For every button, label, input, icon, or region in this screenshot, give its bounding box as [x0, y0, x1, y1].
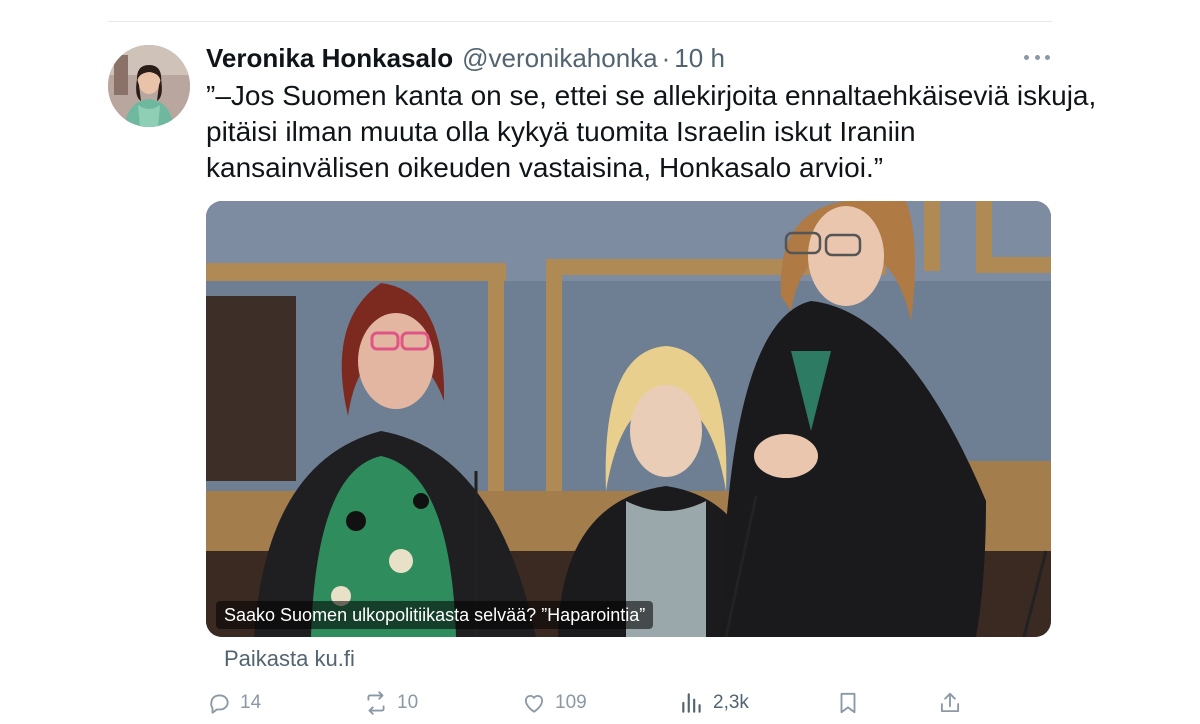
avatar[interactable] — [108, 45, 190, 127]
tweet-text-line: pitäisi ilman muuta olla kykyä tuomita I… — [206, 116, 916, 147]
header-separator: · — [661, 42, 671, 73]
tweet-header: Veronika Honkasalo @veronikahonka · 10 h — [206, 40, 725, 76]
link-card[interactable]: Saako Suomen ulkopolitiikasta selvää? ”H… — [206, 201, 1051, 637]
repost-icon — [367, 691, 385, 715]
card-photo — [206, 201, 1051, 637]
author-display-name[interactable]: Veronika Honkasalo — [206, 43, 453, 74]
share-button[interactable] — [937, 683, 963, 723]
reply-button[interactable]: 14 — [206, 683, 261, 723]
repost-button[interactable]: 10 — [363, 683, 418, 723]
card-source[interactable]: Paikasta ku.fi — [224, 646, 355, 672]
bookmark-icon — [840, 692, 856, 714]
share-icon — [940, 692, 960, 713]
tweet-text: ”–Jos Suomen kanta on se, ettei se allek… — [206, 78, 1097, 186]
views-chart-icon — [682, 693, 701, 713]
card-caption: Saako Suomen ulkopolitiikasta selvää? ”H… — [216, 601, 654, 629]
more-dot — [1045, 54, 1050, 60]
like-count: 109 — [555, 692, 587, 713]
views-count: 2,3k — [713, 692, 749, 713]
reply-count: 14 — [240, 692, 262, 713]
action-bar: 14 10 109 2,3k — [0, 683, 1200, 723]
tweet-text-line: ”–Jos Suomen kanta on se, ettei se allek… — [206, 80, 1097, 111]
like-button[interactable]: 109 — [521, 683, 587, 723]
reply-icon — [210, 694, 229, 714]
repost-count: 10 — [397, 692, 419, 713]
tweet-text-line: kansainvälisen oikeuden vastaisina, Honk… — [206, 152, 884, 183]
more-dot — [1034, 54, 1040, 60]
bookmark-button[interactable] — [835, 683, 861, 723]
more-horizontal-icon[interactable] — [1024, 50, 1050, 64]
heart-icon — [524, 695, 544, 713]
avatar-image — [108, 45, 190, 127]
tweet-timestamp[interactable]: 10 h — [674, 43, 725, 74]
top-divider — [108, 21, 1052, 22]
views-button[interactable]: 2,3k — [679, 683, 749, 723]
more-dot — [1024, 54, 1029, 60]
author-handle[interactable]: @veronikahonka — [462, 43, 658, 74]
